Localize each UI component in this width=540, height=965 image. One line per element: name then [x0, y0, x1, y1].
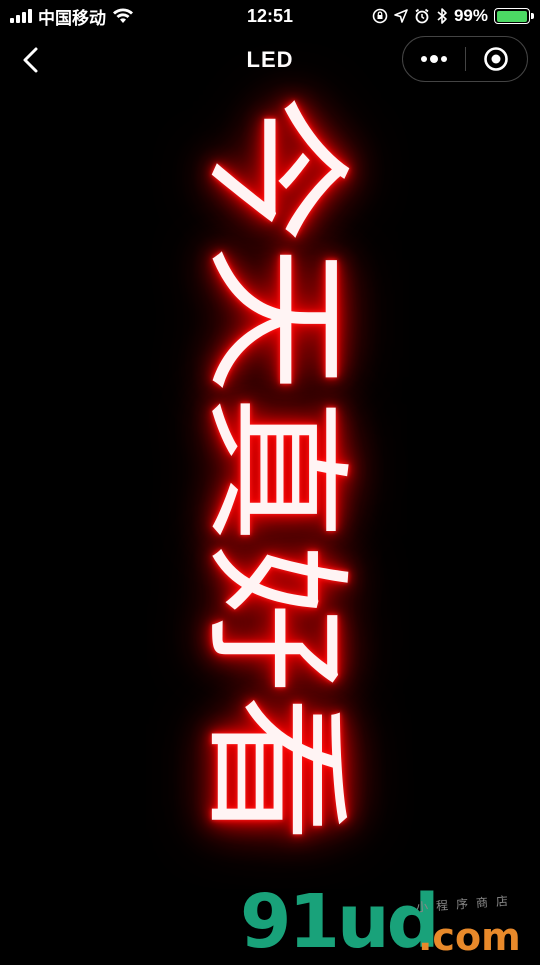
- target-circle-icon: [484, 47, 509, 71]
- rotation-lock-icon: [372, 8, 388, 24]
- watermark-logo: 91ud: [240, 879, 440, 965]
- site-watermark: 91ud 小程序商店 .com: [240, 885, 530, 960]
- wifi-icon: [113, 8, 133, 23]
- location-arrow-icon: [394, 9, 408, 23]
- battery-icon: [494, 8, 534, 24]
- led-marquee-text: 今天真好看: [189, 95, 361, 845]
- status-time: 12:51: [246, 5, 294, 26]
- mini-program-capsule: [402, 36, 528, 82]
- carrier-label: 中国移动: [38, 8, 106, 28]
- alarm-clock-icon: [415, 8, 429, 24]
- chevron-left-icon: [23, 47, 38, 73]
- led-display: 今天真好看: [170, 90, 380, 870]
- back-button[interactable]: [10, 40, 50, 80]
- watermark-domain: .com: [418, 915, 521, 959]
- status-bar: 中国移动 12:51 99%: [0, 0, 540, 32]
- signal-icon: [10, 9, 32, 23]
- status-bar-left: 中国移动: [10, 4, 134, 29]
- status-bar-right: 99%: [372, 6, 534, 26]
- more-dots-icon: [420, 55, 447, 63]
- navigation-bar: LED: [0, 32, 540, 88]
- more-button[interactable]: [403, 37, 465, 81]
- battery-fill: [496, 10, 528, 22]
- close-mini-program-button[interactable]: [466, 37, 528, 81]
- battery-percent: 99%: [453, 6, 488, 25]
- bluetooth-icon: [437, 8, 447, 24]
- page-title: LED: [246, 47, 294, 72]
